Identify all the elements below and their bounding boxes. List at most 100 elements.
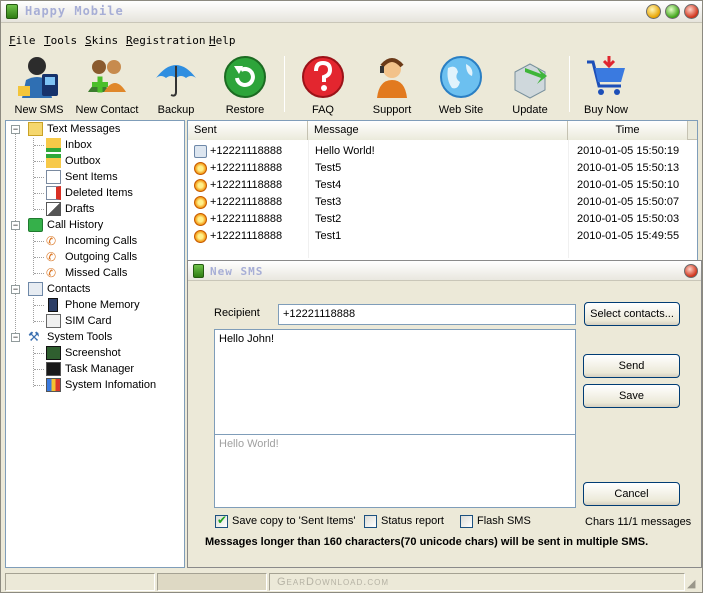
globe-icon <box>440 56 482 98</box>
backup-button[interactable]: Backup <box>149 52 203 118</box>
tree-line <box>34 273 44 274</box>
table-row[interactable]: +12221118888 Test4 2010-01-05 15:50:10 <box>188 177 697 194</box>
menu-registration[interactable]: Registration <box>126 34 205 47</box>
toolbar-label: New Contact <box>75 104 139 116</box>
dialog-title: New SMS <box>210 265 264 278</box>
save-button[interactable]: Save <box>583 384 680 408</box>
menu-tools[interactable]: Tools <box>44 34 77 47</box>
new-contact-button[interactable]: New Contact <box>73 52 141 118</box>
recipient-input[interactable]: +12221118888 <box>278 304 576 325</box>
faq-button[interactable]: FAQ <box>297 52 349 118</box>
tree-line <box>34 305 44 306</box>
support-button[interactable]: Support <box>365 52 419 118</box>
tree-line <box>33 298 34 323</box>
save-copy-checkbox[interactable] <box>215 513 228 528</box>
missed-call-icon: ✆ <box>46 266 57 280</box>
toolbar-separator <box>284 56 285 112</box>
folder-tree[interactable]: − Text Messages Inbox Outbox Sent Items … <box>5 120 185 568</box>
table-row[interactable]: +12221118888 Test1 2010-01-05 15:49:55 <box>188 228 697 245</box>
collapse-icon[interactable]: − <box>11 333 20 342</box>
close-button[interactable] <box>684 4 699 19</box>
tree-label: Screenshot <box>65 347 121 359</box>
restore-button[interactable]: Restore <box>218 52 272 118</box>
row-message: Test2 <box>315 213 342 225</box>
table-row[interactable]: +12221118888 Test2 2010-01-05 15:50:03 <box>188 211 697 228</box>
update-button[interactable]: Update <box>503 52 557 118</box>
cancel-button[interactable]: Cancel <box>583 482 680 506</box>
outbox-icon <box>46 154 61 168</box>
unread-message-icon <box>194 196 207 209</box>
row-time: 2010-01-05 15:50:19 <box>577 145 680 157</box>
tree-line <box>34 257 44 258</box>
menu-help[interactable]: Help <box>209 34 236 47</box>
tree-line <box>34 161 44 162</box>
cart-icon <box>587 56 625 95</box>
status-pane <box>5 573 155 591</box>
save-copy-label: Save copy to 'Sent Items' <box>232 515 356 527</box>
tree-line <box>34 321 44 322</box>
tree-label: Sent Items <box>65 171 118 183</box>
incoming-call-icon: ✆ <box>46 234 57 248</box>
status-report-checkbox[interactable] <box>364 515 377 528</box>
new-sms-button[interactable]: New SMS <box>9 52 69 118</box>
send-button[interactable]: Send <box>583 354 680 378</box>
new-sms-dialog: New SMS Recipient +12221118888 Select co… <box>187 260 702 568</box>
tree-label: Deleted Items <box>65 187 133 199</box>
table-row[interactable]: +12221118888 Test5 2010-01-05 15:50:13 <box>188 160 697 177</box>
flash-sms-checkbox[interactable] <box>460 515 473 528</box>
tree-line <box>34 353 44 354</box>
tree-label: Drafts <box>65 203 95 215</box>
status-bar: GearDownload.com ◢ <box>1 571 702 592</box>
collapse-icon[interactable]: − <box>11 125 20 134</box>
row-sent: +12221118888 <box>210 196 283 208</box>
tree-line <box>34 241 44 242</box>
select-contacts-button[interactable]: Select contacts... <box>584 302 680 326</box>
tree-label: Incoming Calls <box>65 235 138 247</box>
read-message-icon <box>194 145 207 158</box>
flash-sms-label: Flash SMS <box>477 515 531 527</box>
tree-label: System Tools <box>47 331 113 343</box>
web-site-button[interactable]: Web Site <box>433 52 489 118</box>
row-time: 2010-01-05 15:50:10 <box>577 179 680 191</box>
collapse-icon[interactable]: − <box>11 285 20 294</box>
resize-grip-icon[interactable]: ◢ <box>687 577 695 590</box>
column-header-message[interactable]: Message <box>308 121 568 140</box>
dialog-app-icon <box>193 264 204 278</box>
restore-icon <box>224 56 266 98</box>
row-message: Test3 <box>315 196 342 208</box>
inbox-icon <box>46 138 61 152</box>
tree-label: Contacts <box>47 283 91 295</box>
message-textarea[interactable]: Hello John! <box>214 329 576 435</box>
maximize-button[interactable] <box>665 4 680 19</box>
row-message: Test5 <box>315 162 342 174</box>
folder-icon <box>28 122 43 136</box>
sent-items-icon <box>46 170 61 184</box>
tree-label: System Infomation <box>65 379 157 391</box>
table-row[interactable]: +12221118888 Hello World! 2010-01-05 15:… <box>188 143 697 160</box>
new-contact-icon <box>88 60 126 93</box>
unread-message-icon <box>194 179 207 192</box>
buy-now-button[interactable]: Buy Now <box>579 52 633 118</box>
menu-file[interactable]: File <box>9 34 36 47</box>
row-sent: +12221118888 <box>210 213 283 225</box>
row-time: 2010-01-05 15:49:55 <box>577 230 680 242</box>
minimize-button[interactable] <box>646 4 661 19</box>
send-label: Send <box>618 360 645 372</box>
sim-card-icon <box>46 314 61 328</box>
column-header-sent[interactable]: Sent <box>188 121 308 140</box>
toolbar-label: Restore <box>225 104 265 116</box>
menu-skins[interactable]: Skins <box>85 34 118 47</box>
toolbar-label: Web Site <box>438 104 484 116</box>
dialog-close-button[interactable] <box>684 264 698 278</box>
tree-label: SIM Card <box>65 315 112 327</box>
tree-label: Task Manager <box>65 363 135 375</box>
dialog-title-bar[interactable]: New SMS <box>188 261 701 281</box>
tree-label: Outbox <box>65 155 101 167</box>
table-row[interactable]: +12221118888 Test3 2010-01-05 15:50:07 <box>188 194 697 211</box>
column-header-time[interactable]: Time <box>568 121 688 140</box>
title-bar[interactable]: Happy Mobile <box>1 1 702 23</box>
drafts-icon <box>46 202 61 216</box>
row-sent: +12221118888 <box>210 145 283 157</box>
collapse-icon[interactable]: − <box>11 221 20 230</box>
tree-label: Call History <box>47 219 104 231</box>
